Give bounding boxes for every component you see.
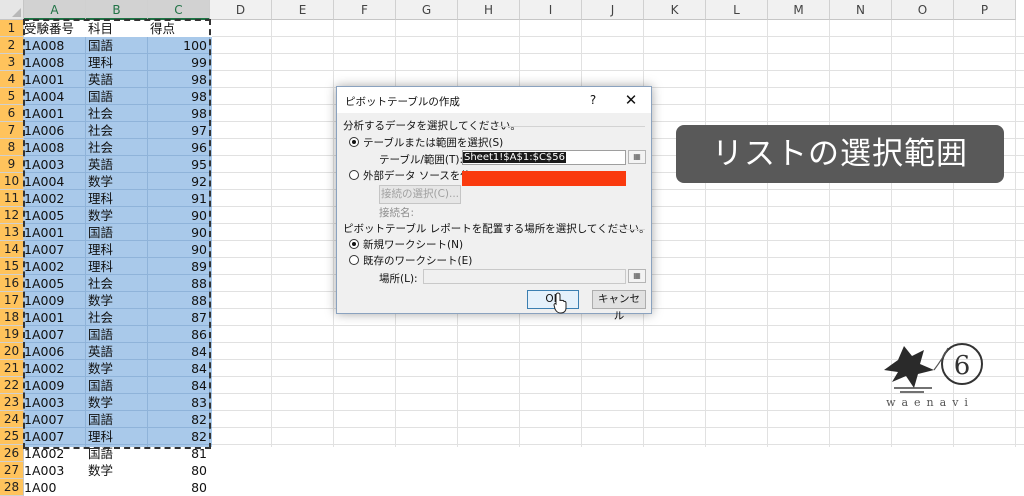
row-header-27[interactable]: 27 xyxy=(0,462,24,479)
column-header-D[interactable]: D xyxy=(210,0,272,20)
cell[interactable]: 80 xyxy=(148,479,207,496)
row-header-14[interactable]: 14 xyxy=(0,241,24,258)
cell[interactable]: 1A003 xyxy=(24,462,84,479)
column-header-P[interactable]: P xyxy=(954,0,1016,20)
row-header-19[interactable]: 19 xyxy=(0,326,24,343)
row-header-20[interactable]: 20 xyxy=(0,343,24,360)
column-header-N[interactable]: N xyxy=(830,0,892,20)
row-header-6[interactable]: 6 xyxy=(0,105,24,122)
row-header-4[interactable]: 4 xyxy=(0,71,24,88)
table-range-input[interactable]: Sheet1!$A$1:$C$56 xyxy=(462,150,626,165)
section-analyze-label: 分析するデータを選択してください。 xyxy=(343,120,521,132)
row-header-15[interactable]: 15 xyxy=(0,258,24,275)
dialog-title: ピボットテーブルの作成 xyxy=(345,96,460,108)
logo-mark: 6 xyxy=(954,351,971,381)
cell[interactable]: 数学 xyxy=(88,462,148,479)
row-header-16[interactable]: 16 xyxy=(0,275,24,292)
row-header-26[interactable]: 26 xyxy=(0,445,24,462)
column-header-B[interactable]: B xyxy=(86,0,148,20)
column-header-H[interactable]: H xyxy=(458,0,520,20)
brand-name: waenavi xyxy=(886,396,974,409)
row-header-23[interactable]: 23 xyxy=(0,394,24,411)
section-divider xyxy=(497,126,645,127)
row-header-1[interactable]: 1 xyxy=(0,20,24,37)
row-header-3[interactable]: 3 xyxy=(0,54,24,71)
location-collapse-icon[interactable]: ▦ xyxy=(628,269,646,283)
select-all-corner[interactable] xyxy=(0,0,24,20)
location-label: 場所(L): xyxy=(379,273,418,285)
column-header-J[interactable]: J xyxy=(582,0,644,20)
row-header-25[interactable]: 25 xyxy=(0,428,24,445)
help-button[interactable]: ? xyxy=(583,91,603,109)
column-header-A[interactable]: A xyxy=(24,0,86,20)
cell[interactable]: 1A00 xyxy=(24,479,84,496)
row-header-8[interactable]: 8 xyxy=(0,139,24,156)
radio-external-source[interactable] xyxy=(349,170,359,180)
mouse-pointer-icon xyxy=(553,292,567,314)
dialog-titlebar[interactable]: ピボットテーブルの作成 ? ✕ xyxy=(337,87,651,113)
row-header-22[interactable]: 22 xyxy=(0,377,24,394)
copy-marquee xyxy=(23,19,211,449)
radio-existing-worksheet[interactable] xyxy=(349,255,359,265)
column-header-L[interactable]: L xyxy=(706,0,768,20)
section-placement-label: ピボットテーブル レポートを配置する場所を選択してください。 xyxy=(343,223,650,235)
column-header-C[interactable]: C xyxy=(148,0,210,20)
cancel-button[interactable]: キャンセル xyxy=(592,290,646,322)
column-header-I[interactable]: I xyxy=(520,0,582,20)
row-header-10[interactable]: 10 xyxy=(0,173,24,190)
redaction-bar xyxy=(462,171,626,186)
cell[interactable]: 80 xyxy=(148,462,207,479)
column-header-F[interactable]: F xyxy=(334,0,396,20)
row-header-5[interactable]: 5 xyxy=(0,88,24,105)
column-header-E[interactable]: E xyxy=(272,0,334,20)
connection-name-label: 接続名: xyxy=(379,207,415,219)
column-header-G[interactable]: G xyxy=(396,0,458,20)
row-header-9[interactable]: 9 xyxy=(0,156,24,173)
option-existing-worksheet-label[interactable]: 既存のワークシート(E) xyxy=(363,253,472,268)
row-header-2[interactable]: 2 xyxy=(0,37,24,54)
column-header-O[interactable]: O xyxy=(892,0,954,20)
radio-table-range[interactable] xyxy=(349,137,359,147)
table-range-label: テーブル/範囲(T): xyxy=(379,154,464,166)
table-range-collapse-icon[interactable]: ▦ xyxy=(628,150,646,164)
row-header-28[interactable]: 28 xyxy=(0,479,24,496)
row-header-21[interactable]: 21 xyxy=(0,360,24,377)
option-new-worksheet-label[interactable]: 新規ワークシート(N) xyxy=(363,237,463,252)
row-header-18[interactable]: 18 xyxy=(0,309,24,326)
option-table-range-label[interactable]: テーブルまたは範囲を選択(S) xyxy=(363,135,503,150)
column-header-K[interactable]: K xyxy=(644,0,706,20)
close-button[interactable]: ✕ xyxy=(621,91,641,109)
create-pivot-table-dialog: ピボットテーブルの作成 ? ✕ 分析するデータを選択してください。 テーブルまた… xyxy=(336,86,652,322)
row-header-17[interactable]: 17 xyxy=(0,292,24,309)
row-header-24[interactable]: 24 xyxy=(0,411,24,428)
row-header-7[interactable]: 7 xyxy=(0,122,24,139)
section-divider-2 xyxy=(615,229,645,230)
choose-connection-button[interactable]: 接続の選択(C)... xyxy=(379,185,461,204)
row-header-11[interactable]: 11 xyxy=(0,190,24,207)
location-input[interactable] xyxy=(423,269,626,284)
row-header-13[interactable]: 13 xyxy=(0,224,24,241)
table-range-value: Sheet1!$A$1:$C$56 xyxy=(463,152,567,163)
column-header-M[interactable]: M xyxy=(768,0,830,20)
annotation-callout: リストの選択範囲 xyxy=(676,125,1004,183)
radio-new-worksheet[interactable] xyxy=(349,239,359,249)
row-header-12[interactable]: 12 xyxy=(0,207,24,224)
